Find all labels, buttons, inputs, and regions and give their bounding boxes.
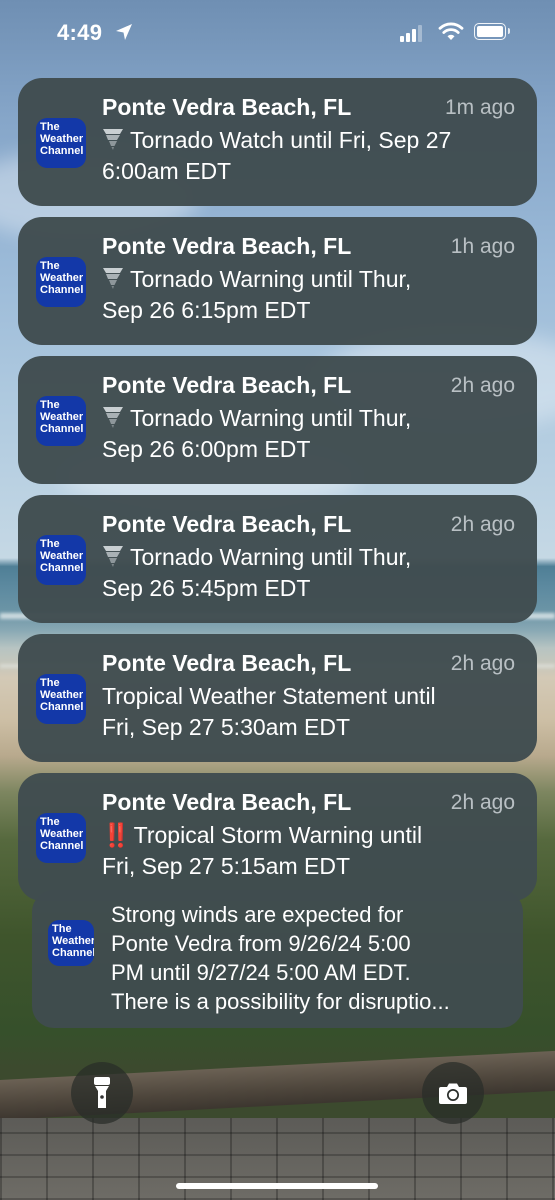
- notification-title: Ponte Vedra Beach, FL: [102, 511, 352, 537]
- notification-body: Tornado Warning until Thur, Sep 26 6:15p…: [102, 266, 412, 323]
- weather-channel-app-icon: The Weather Channel: [36, 118, 86, 168]
- notification-time: 2h ago: [450, 791, 515, 814]
- notification-body: Tornado Warning until Thur, Sep 26 5:45p…: [102, 544, 412, 601]
- notification-time: 2h ago: [450, 374, 515, 397]
- clock: 4:49: [57, 20, 103, 45]
- notification-body: Strong winds are expected for Ponte Vedr…: [111, 902, 450, 1014]
- notification-title: Ponte Vedra Beach, FL: [102, 650, 352, 676]
- weather-channel-app-icon: The Weather Channel: [36, 257, 86, 307]
- flashlight-icon: [94, 1077, 110, 1108]
- weather-channel-app-icon: The Weather Channel: [36, 396, 86, 446]
- status-bar: 4:49: [0, 0, 555, 70]
- weather-channel-app-icon: The Weather Channel: [36, 674, 86, 724]
- double-exclamation-icon: ‼️: [102, 822, 131, 848]
- notification-card[interactable]: The Weather Channel Ponte Vedra Beach, F…: [18, 773, 537, 901]
- weather-channel-app-icon: The Weather Channel: [36, 813, 86, 863]
- notification-card[interactable]: The Weather Channel Ponte Vedra Beach, F…: [18, 634, 537, 762]
- notification-time: 2h ago: [450, 513, 515, 536]
- weather-channel-app-icon: The Weather Channel: [36, 535, 86, 585]
- camera-button[interactable]: [422, 1062, 484, 1124]
- notification-body: Tropical Weather Statement until Fri, Se…: [102, 683, 436, 740]
- location-arrow-icon: [116, 24, 132, 40]
- notification-body: Tornado Warning until Thur, Sep 26 6:00p…: [102, 405, 412, 462]
- notification-card[interactable]: The Weather Channel Ponte Vedra Beach, F…: [18, 495, 537, 623]
- camera-icon: [439, 1083, 467, 1104]
- notification-title: Ponte Vedra Beach, FL: [102, 372, 352, 398]
- notification-title: Ponte Vedra Beach, FL: [102, 789, 352, 815]
- notification-time: 1m ago: [444, 96, 515, 119]
- notification-time: 2h ago: [450, 652, 515, 675]
- flashlight-button[interactable]: [71, 1062, 133, 1124]
- notification-card[interactable]: The Weather Channel Ponte Vedra Beach, F…: [18, 356, 537, 484]
- notification-card[interactable]: The Weather Channel Ponte Vedra Beach, F…: [18, 217, 537, 345]
- home-indicator[interactable]: [176, 1183, 378, 1189]
- wifi-icon: [438, 22, 464, 40]
- notification-body: ‼️ Tropical Storm Warning until Fri, Sep …: [102, 822, 423, 879]
- tornado-icon: [103, 546, 123, 567]
- notification-title: Ponte Vedra Beach, FL: [102, 233, 352, 259]
- notification-title: Ponte Vedra Beach, FL: [102, 94, 352, 120]
- weather-channel-app-icon: The Weather Channel: [48, 920, 94, 966]
- notification-body: Tornado Watch until Fri, Sep 27 6:00am E…: [102, 127, 452, 184]
- stacked-notification-card[interactable]: The Weather Channel Strong winds are exp…: [32, 890, 523, 1028]
- cellular-signal-icon: [400, 24, 426, 42]
- notification-time: 1h ago: [450, 235, 515, 258]
- tornado-icon: [103, 268, 123, 289]
- battery-icon: [474, 23, 510, 40]
- notification-card[interactable]: The Weather Channel Ponte Vedra Beach, F…: [18, 78, 537, 206]
- tornado-icon: [103, 407, 123, 428]
- tornado-icon: [103, 129, 123, 150]
